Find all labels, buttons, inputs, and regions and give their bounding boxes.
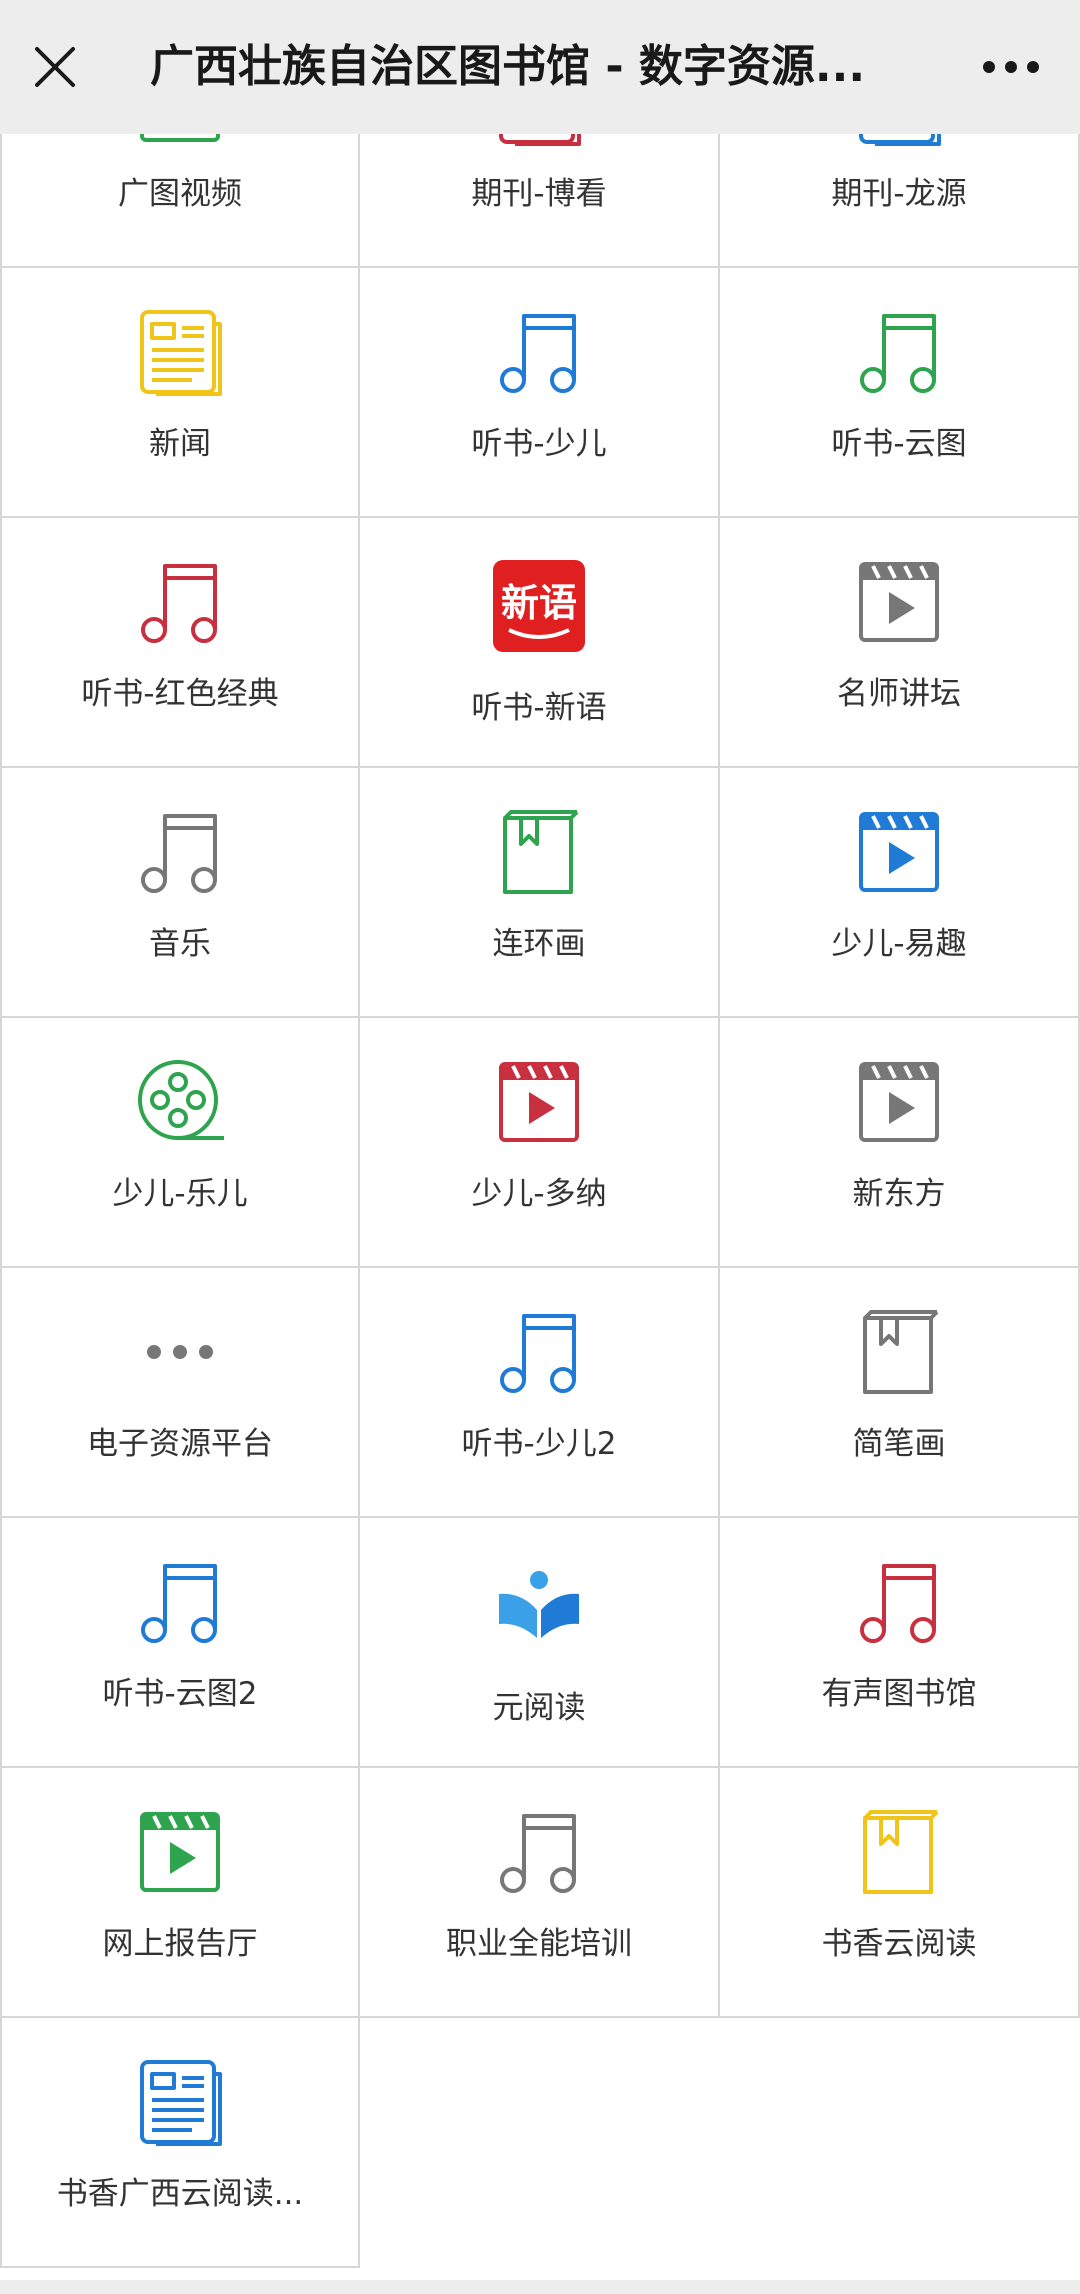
tile-label: 连环画 [492,926,586,962]
title-bar: 广西壮族自治区图书馆 - 数字资源... [0,0,1080,134]
newspaper-icon [132,304,228,400]
tile-label: 新闻 [149,426,211,462]
tile-label: 听书-少儿 [471,426,607,462]
resource-tile[interactable]: 电子资源平台 [0,1268,360,1518]
resource-tile[interactable]: 新东方 [720,1018,1080,1268]
reading-person-icon [491,1558,587,1654]
resource-tile[interactable]: 广图视频 [0,134,360,268]
tile-label: 职业全能培训 [446,1926,632,1962]
resource-tile[interactable]: 有声图书馆 [720,1518,1080,1768]
tile-label: 有声图书馆 [821,1676,977,1712]
tile-label: 新东方 [852,1176,946,1212]
resource-tile[interactable]: 新闻 [0,268,360,518]
resource-tile[interactable]: 期刊-博看 [360,134,720,268]
tile-label: 书香云阅读 [821,1926,977,1962]
tile-label: 名师讲坛 [837,676,961,712]
tile-label: 听书-云图2 [102,1676,258,1712]
tile-label: 期刊-博看 [471,176,607,212]
video-icon [132,1804,228,1900]
video-icon [851,554,947,650]
resource-tile[interactable]: 连环画 [360,768,720,1018]
resource-tile[interactable]: 简笔画 [720,1268,1080,1518]
more-button[interactable] [974,40,1048,94]
resource-tile[interactable]: 少儿-易趣 [720,768,1080,1018]
page-title: 广西壮族自治区图书馆 - 数字资源... [150,41,866,92]
newspaper-icon [132,2054,228,2150]
tile-label: 元阅读 [492,1690,586,1726]
tile-label: 期刊-龙源 [831,176,967,212]
resource-tile[interactable]: 期刊-龙源 [720,134,1080,268]
resource-grid: 广图视频 期刊-博看 期刊-龙源新闻 听书-少儿 听书-云图听书-红色经典 新语听书-新语… [0,134,1080,2280]
resource-tile[interactable]: 职业全能培训 [360,1768,720,2018]
resource-tile[interactable]: 听书-少儿2 [360,1268,720,1518]
resource-tile[interactable]: 少儿-乐儿 [0,1018,360,1268]
more-icon [983,61,1039,73]
resource-tile[interactable]: 书香云阅读 [720,1768,1080,2018]
music-note-icon [132,1554,228,1650]
close-button[interactable] [28,40,82,94]
tile-label: 少儿-乐儿 [112,1176,248,1212]
music-note-icon [491,1804,587,1900]
book-bookmark-icon [851,1804,947,1900]
video-icon [132,134,228,150]
tile-label: 电子资源平台 [87,1426,273,1462]
video-icon [851,804,947,900]
newspaper-icon [491,134,587,150]
tile-label: 少儿-易趣 [831,926,967,962]
resource-tile[interactable]: 听书-云图2 [0,1518,360,1768]
resource-tile[interactable]: 音乐 [0,768,360,1018]
resource-tile[interactable]: 听书-云图 [720,268,1080,518]
tile-label: 听书-少儿2 [461,1426,617,1462]
bottom-edge [0,2280,1080,2294]
tile-label: 听书-云图 [831,426,967,462]
close-icon [35,47,75,87]
more-dots-icon [132,1304,228,1400]
book-bookmark-icon [491,804,587,900]
video-icon [851,1054,947,1150]
xinyu-logo-icon: 新语 [491,558,587,654]
book-bookmark-icon [851,1304,947,1400]
film-reel-icon [132,1054,228,1150]
video-icon [491,1054,587,1150]
tile-label: 听书-红色经典 [81,676,279,712]
resource-tile[interactable]: 新语听书-新语 [360,518,720,768]
resource-tile[interactable]: 听书-少儿 [360,268,720,518]
tile-label: 少儿-多纳 [471,1176,607,1212]
resource-tile[interactable]: 听书-红色经典 [0,518,360,768]
resource-tile[interactable]: 网上报告厅 [0,1768,360,2018]
music-note-icon [851,304,947,400]
tile-label: 书香广西云阅读... [56,2176,304,2212]
music-note-icon [851,1554,947,1650]
resource-tile[interactable]: 元阅读 [360,1518,720,1768]
tile-label: 简笔画 [852,1426,946,1462]
resource-tile[interactable]: 名师讲坛 [720,518,1080,768]
music-note-icon [491,304,587,400]
music-note-icon [132,554,228,650]
tile-label: 听书-新语 [471,690,607,726]
resource-tile[interactable]: 少儿-多纳 [360,1018,720,1268]
resource-tile[interactable]: 书香广西云阅读... [0,2018,360,2268]
music-note-icon [491,1304,587,1400]
tile-label: 广图视频 [118,176,242,212]
music-note-icon [132,804,228,900]
tile-label: 音乐 [149,926,211,962]
svg-text:新语: 新语 [501,581,577,625]
tile-label: 网上报告厅 [102,1926,258,1962]
newspaper-icon [851,134,947,150]
